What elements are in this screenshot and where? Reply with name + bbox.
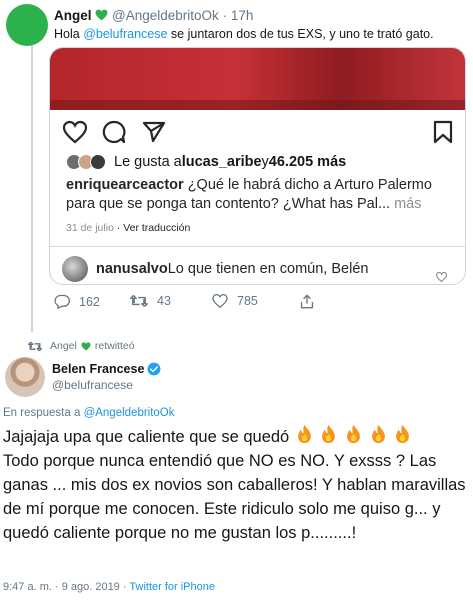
fire-emoji-icon [371, 424, 385, 444]
translate-link[interactable]: · Ver traducción [114, 222, 191, 234]
like-button[interactable]: 785 [212, 294, 258, 308]
retweeted-by-line: Angel retwitteó [28, 340, 135, 352]
tweet-timestamp[interactable]: 9:47 a. m. · 9 ago. 2019 · [3, 581, 129, 593]
reply-count: 162 [79, 294, 100, 309]
commenter-avatar [62, 256, 88, 282]
fire-emoji-icon [322, 424, 336, 444]
tweet-footer: 9:47 a. m. · 9 ago. 2019 · Twitter for i… [3, 581, 215, 593]
comment-heart-icon[interactable] [436, 272, 447, 282]
mention-link[interactable]: @belufrancese [83, 27, 167, 41]
in-reply-to-handle[interactable]: @AngeldebritoOk [84, 407, 175, 419]
liker-username[interactable]: lucas_aribe [182, 154, 262, 170]
post-caption: enriquearceactor ¿Qué le habrá dicho a A… [66, 177, 432, 212]
tweet-time[interactable]: · 17h [223, 8, 254, 23]
heart-outline-icon[interactable] [62, 120, 88, 144]
commenter-username[interactable]: nanusalvo [96, 261, 168, 277]
author-handle[interactable]: @AngeldebritoOk [112, 8, 219, 23]
reply-text-body: Todo porque nunca entendió que NO es NO.… [3, 452, 466, 542]
fire-emoji-icon [396, 424, 410, 444]
post-meta: 31 de julio · Ver traducción [66, 222, 190, 234]
author-name[interactable]: Angel [54, 8, 92, 23]
fire-emoji-icon [297, 424, 311, 444]
reply-button[interactable]: 162 [54, 294, 100, 309]
reply-tweet-text: Jajajaja upa que caliente que se quedó T… [3, 424, 471, 545]
retweeted-label: retwitteó [94, 340, 135, 352]
retweet-count: 43 [157, 294, 171, 308]
share-icon [300, 294, 314, 309]
retweet-icon [130, 294, 148, 308]
reply-author-name[interactable]: Belen Francese [52, 362, 144, 376]
green-heart-icon [81, 341, 91, 351]
like-heart-icon [212, 294, 228, 308]
retweet-small-icon [28, 341, 42, 351]
likes-line: Le gusta a lucas_aribe y 46.205 más [66, 154, 346, 170]
divider [50, 246, 465, 247]
retweeter-name[interactable]: Angel [50, 340, 77, 352]
bookmark-icon[interactable] [432, 120, 454, 144]
comment-text: Lo que tienen en común, Belén [167, 261, 369, 277]
retweet-button[interactable]: 43 [130, 294, 171, 308]
reply-icon [54, 294, 70, 309]
embedded-image-card[interactable]: Le gusta a lucas_aribe y 46.205 más enri… [49, 47, 466, 285]
avatar[interactable] [5, 357, 45, 397]
tweet-header: Angel @AngeldebritoOk · 17h [54, 8, 253, 23]
post-date: 31 de julio [66, 222, 114, 234]
reply-author-row: Belen Francese [52, 362, 161, 376]
verified-badge-icon [148, 362, 161, 376]
like-count: 785 [237, 294, 258, 308]
tweet-source[interactable]: Twitter for iPhone [129, 581, 215, 593]
caption-username[interactable]: enriquearceactor [66, 177, 184, 193]
tweet-text: Hola @belufrancese se juntaron dos de tu… [54, 27, 434, 41]
liker-avatar [90, 154, 106, 170]
green-heart-icon [95, 9, 108, 21]
share-send-icon[interactable] [142, 120, 166, 144]
caption-more-link[interactable]: más [390, 196, 421, 212]
tweet-actions: 162 43 785 [54, 294, 394, 312]
likes-count[interactable]: 46.205 más [269, 154, 346, 170]
reply-text-line1: Jajajaja upa que caliente que se quedó [3, 428, 290, 446]
instagram-action-row [62, 120, 454, 146]
post-photo [50, 48, 465, 110]
comment-bubble-icon[interactable] [102, 120, 126, 144]
in-reply-to: En respuesta a @AngeldebritoOk [3, 407, 175, 419]
thread-connector-line [31, 40, 33, 332]
avatar[interactable] [6, 4, 48, 46]
reply-author-handle[interactable]: @belufrancese [52, 378, 133, 392]
fire-emoji-icon [347, 424, 360, 444]
comment-row: nanusalvo Lo que tienen en común, Belén [62, 256, 368, 282]
share-button[interactable] [300, 294, 323, 309]
